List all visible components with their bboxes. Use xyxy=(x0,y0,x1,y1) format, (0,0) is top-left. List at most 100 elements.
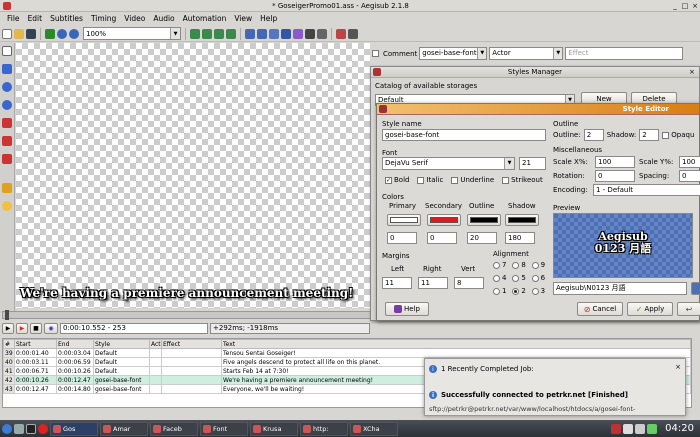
alignment-radio-2[interactable]: 2 xyxy=(512,287,531,295)
taskbar-task[interactable]: http: xyxy=(300,421,348,436)
attachments-icon[interactable] xyxy=(214,28,224,39)
secondary-color-button[interactable] xyxy=(427,214,461,226)
outline-color-button[interactable] xyxy=(467,214,501,226)
table-row[interactable]: 39 0:00:01.40 0:00:03.04 Default Tensou Sent… xyxy=(3,348,691,358)
alignment-radio-7[interactable]: 7 xyxy=(493,261,512,269)
hint-icon[interactable] xyxy=(2,201,12,211)
secondary-alpha-field[interactable]: 0 xyxy=(427,232,457,244)
encoding-select[interactable]: 1 - Default xyxy=(593,184,700,196)
rotate-z-icon[interactable] xyxy=(2,82,12,92)
properties-icon[interactable] xyxy=(202,28,212,39)
menu-subtitles[interactable]: Subtitles xyxy=(46,14,87,23)
alignment-radio-8[interactable]: 8 xyxy=(512,261,531,269)
alignment-radio-1[interactable]: 1 xyxy=(493,287,512,295)
effect-field[interactable]: Effect xyxy=(565,47,684,60)
minimize-button[interactable]: _ xyxy=(670,2,680,10)
save-icon[interactable] xyxy=(26,28,36,39)
scale-x-field[interactable]: 100 xyxy=(595,156,635,168)
zoom-out-icon[interactable] xyxy=(69,28,79,39)
video-time[interactable]: 0:00:10.552 - 253 xyxy=(60,322,208,334)
opera-icon[interactable] xyxy=(38,423,48,434)
alignment-radio-5[interactable]: 5 xyxy=(512,274,531,282)
menu-automation[interactable]: Automation xyxy=(179,14,231,23)
standard-tool-icon[interactable] xyxy=(2,46,12,56)
comment-checkbox[interactable] xyxy=(372,50,379,57)
desktop-icon[interactable] xyxy=(14,423,24,434)
automation-icon[interactable] xyxy=(245,28,255,39)
rotate-xy-icon[interactable] xyxy=(2,100,12,110)
font-size-field[interactable]: 21 xyxy=(519,157,546,170)
outline-alpha-field[interactable]: 20 xyxy=(467,232,497,244)
styles-manager-icon[interactable] xyxy=(190,28,200,39)
volume-icon[interactable] xyxy=(635,423,646,434)
jump-to-icon[interactable] xyxy=(45,28,55,39)
network-icon[interactable] xyxy=(623,423,634,434)
scale-y-field[interactable]: 100 xyxy=(679,156,700,168)
zoom-select[interactable]: 100% ▼ xyxy=(83,27,181,40)
opaque-box-checkbox[interactable]: Opaqu xyxy=(662,131,694,139)
close-icon[interactable]: × xyxy=(689,68,699,76)
zoom-in-icon[interactable] xyxy=(57,28,67,39)
actor-select[interactable]: Actor ▼ xyxy=(489,47,564,60)
alignment-radio-3[interactable]: 3 xyxy=(531,287,551,295)
strikeout-checkbox[interactable]: Strikeout xyxy=(502,176,543,184)
taskbar-task[interactable]: XCha xyxy=(350,421,398,436)
preview-color-button[interactable] xyxy=(691,282,700,295)
clip-icon[interactable] xyxy=(2,136,12,146)
style-select[interactable]: gosei-base-font ▼ xyxy=(419,47,488,60)
margin-vert-field[interactable]: 8 xyxy=(454,277,484,289)
menu-file[interactable]: File xyxy=(3,14,24,23)
alignment-radio-4[interactable]: 4 xyxy=(493,274,512,282)
autoscroll-icon[interactable]: ◉ xyxy=(44,322,58,334)
scale-icon[interactable] xyxy=(2,118,12,128)
options-icon[interactable] xyxy=(336,28,346,39)
alignment-radio-9[interactable]: 9 xyxy=(531,261,551,269)
styling-assistant-icon[interactable] xyxy=(269,28,279,39)
play-line-icon[interactable]: ▶ xyxy=(16,322,28,334)
alignment-radio-6[interactable]: 6 xyxy=(531,274,551,282)
close-icon[interactable]: × xyxy=(675,363,681,371)
flag-icon[interactable] xyxy=(611,423,622,434)
new-file-icon[interactable] xyxy=(2,28,12,39)
clock[interactable]: 04:20 xyxy=(659,423,700,434)
rotation-field[interactable]: 0 xyxy=(595,170,635,182)
open-folder-icon[interactable] xyxy=(14,28,24,39)
primary-alpha-field[interactable]: 0 xyxy=(387,232,417,244)
translation-icon[interactable] xyxy=(281,28,291,39)
style-name-field[interactable]: gosei-base-font xyxy=(382,129,546,141)
start-menu-icon[interactable] xyxy=(2,423,12,434)
preview-text-field[interactable]: Aegisub\N0123 月語 xyxy=(553,282,687,295)
underline-checkbox[interactable]: Underline xyxy=(451,176,494,184)
shadow-alpha-field[interactable]: 180 xyxy=(505,232,535,244)
find-icon[interactable] xyxy=(348,28,358,39)
menu-help[interactable]: Help xyxy=(256,14,281,23)
shadow-depth-field[interactable]: 2 xyxy=(639,129,660,141)
primary-color-button[interactable] xyxy=(387,214,421,226)
taskbar-task[interactable]: Font xyxy=(200,421,248,436)
spacing-field[interactable]: 0 xyxy=(679,170,700,182)
fonts-collector-icon[interactable] xyxy=(226,28,236,39)
taskbar-task[interactable]: Gos xyxy=(50,421,98,436)
resample-icon[interactable] xyxy=(293,28,303,39)
ok-button[interactable]: ↩ xyxy=(677,302,700,316)
terminal-icon[interactable] xyxy=(26,423,36,434)
close-button[interactable]: × xyxy=(690,2,700,10)
menu-video[interactable]: Video xyxy=(120,14,149,23)
maximize-button[interactable]: □ xyxy=(680,2,690,10)
kanji-timer-icon[interactable] xyxy=(317,28,327,39)
drag-tool-icon[interactable] xyxy=(2,64,12,74)
menu-audio[interactable]: Audio xyxy=(149,14,178,23)
help-button[interactable]: Help xyxy=(385,302,429,316)
seek-thumb[interactable] xyxy=(5,310,9,320)
margin-right-field[interactable]: 11 xyxy=(418,277,448,289)
apply-button[interactable]: ✓ Apply xyxy=(627,302,673,316)
margin-left-field[interactable]: 11 xyxy=(382,277,412,289)
timing-icon[interactable] xyxy=(257,28,267,39)
taskbar-task[interactable]: Amar xyxy=(100,421,148,436)
font-select[interactable]: DejaVu Serif ▼ xyxy=(382,157,515,170)
taskbar-task[interactable]: Faceb xyxy=(150,421,198,436)
video-display[interactable] xyxy=(16,43,370,308)
shadow-color-button[interactable] xyxy=(505,214,539,226)
spell-check-icon[interactable] xyxy=(305,28,315,39)
outline-width-field[interactable]: 2 xyxy=(583,129,604,141)
